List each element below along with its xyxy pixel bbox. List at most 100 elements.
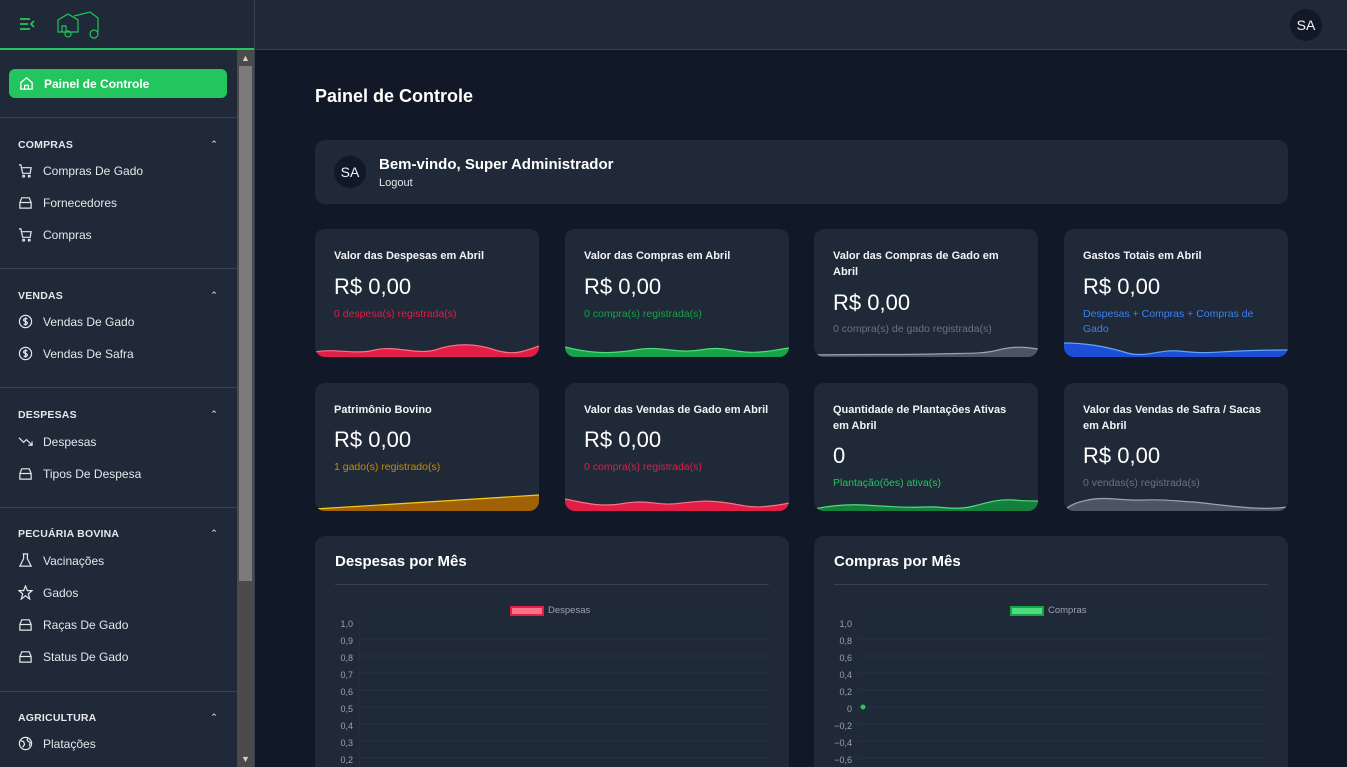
home-icon xyxy=(20,77,33,90)
y-tick-label: 0,6 xyxy=(839,653,852,663)
sidebar-item-gados[interactable]: Gados xyxy=(18,585,78,600)
chevron-up-icon[interactable]: ⌃ xyxy=(210,528,218,540)
chart-grid xyxy=(858,622,1268,767)
sparkline xyxy=(565,346,789,357)
farm-logo-icon[interactable] xyxy=(54,6,106,42)
top-bar: SA xyxy=(255,0,1347,50)
section-pecuaria-bovina[interactable]: PECUÁRIA BOVINA ⌃ xyxy=(18,528,218,540)
chart-legend[interactable]: Despesas xyxy=(510,605,590,616)
sidebar-header xyxy=(0,0,254,50)
y-tick-label: 1,0 xyxy=(340,619,353,629)
sidebar-item-dashboard[interactable]: Painel de Controle xyxy=(9,69,227,98)
chart-title: Despesas por Mês xyxy=(335,553,467,570)
divider xyxy=(0,117,237,118)
scroll-up-arrow-icon[interactable]: ▲ xyxy=(237,50,254,66)
menu-collapse-icon[interactable] xyxy=(18,15,36,33)
card-title: Quantidade de Plantações Ativas em Abril xyxy=(833,404,1007,432)
y-axis-ticks: 1,0 0,9 0,8 0,7 0,6 0,5 0,4 0,3 0,2 xyxy=(335,616,353,767)
logout-link[interactable]: Logout xyxy=(379,177,413,189)
user-avatar[interactable]: SA xyxy=(1290,9,1322,41)
y-tick-label: 0,6 xyxy=(340,687,353,697)
chevron-up-icon[interactable]: ⌃ xyxy=(210,139,218,151)
star-icon xyxy=(18,585,33,600)
sidebar-item-racas-de-gado[interactable]: Raças De Gado xyxy=(18,617,128,632)
y-tick-label: 0,9 xyxy=(340,636,353,646)
flask-icon xyxy=(18,553,33,567)
sidebar-item-vendas-de-gado[interactable]: Vendas De Gado xyxy=(18,314,134,329)
y-tick-label: 0,2 xyxy=(340,755,353,765)
y-axis-ticks: 1,0 0,8 0,6 0,4 0,2 0 −0,2 −0,4 −0,6 xyxy=(834,616,852,767)
trending-down-icon xyxy=(18,437,33,446)
divider xyxy=(0,507,237,508)
sidebar-item-despesas[interactable]: Despesas xyxy=(18,434,96,449)
card-title: Valor das Vendas de Safra / Sacas em Abr… xyxy=(1083,404,1261,432)
divider xyxy=(335,584,769,585)
sidebar-item-compras-de-gado[interactable]: Compras De Gado xyxy=(18,163,143,178)
card-subtitle: 1 gado(s) registrado(s) xyxy=(334,461,441,473)
stat-card-compras: Valor das Compras em Abril R$ 0,00 0 com… xyxy=(565,229,789,357)
card-title: Gastos Totais em Abril xyxy=(1083,250,1202,262)
card-value: R$ 0,00 xyxy=(833,290,911,315)
sidebar-item-compras[interactable]: Compras xyxy=(18,227,92,242)
stat-card-despesas: Valor das Despesas em Abril R$ 0,00 0 de… xyxy=(315,229,539,357)
chevron-up-icon[interactable]: ⌃ xyxy=(210,409,218,421)
sparkline xyxy=(315,494,539,511)
card-value: 0 xyxy=(833,443,846,468)
section-despesas[interactable]: DESPESAS ⌃ xyxy=(18,409,218,421)
sidebar-item-status-de-gado[interactable]: Status De Gado xyxy=(18,649,128,664)
card-title: Valor das Compras de Gado em Abril xyxy=(833,250,999,278)
card-value: R$ 0,00 xyxy=(584,427,662,452)
sidebar-item-platacoes[interactable]: Platações xyxy=(18,736,96,751)
y-tick-label: 0 xyxy=(846,704,852,714)
archive-icon xyxy=(19,651,32,663)
globe-icon xyxy=(18,736,33,751)
card-subtitle: 0 despesa(s) registrada(s) xyxy=(334,308,457,320)
section-vendas[interactable]: VENDAS ⌃ xyxy=(18,290,218,302)
stat-card-compras-gado: Valor das Compras de Gado em Abril R$ 0,… xyxy=(814,229,1038,357)
chevron-up-icon[interactable]: ⌃ xyxy=(210,712,218,724)
sparkline xyxy=(565,498,789,511)
y-tick-label: 1,0 xyxy=(839,619,852,629)
y-tick-label: 0,5 xyxy=(340,704,353,714)
sparkline xyxy=(814,346,1038,357)
archive-icon xyxy=(19,619,32,631)
section-compras[interactable]: COMPRAS ⌃ xyxy=(18,139,218,151)
chevron-up-icon[interactable]: ⌃ xyxy=(210,290,218,302)
welcome-avatar: SA xyxy=(334,156,366,188)
stat-card-vendas-gado: Valor das Vendas de Gado em Abril R$ 0,0… xyxy=(565,383,789,511)
sidebar-nav: Painel de Controle COMPRAS ⌃ Compras De G… xyxy=(0,50,237,767)
card-title: Patrimônio Bovino xyxy=(334,404,432,416)
card-value: R$ 0,00 xyxy=(584,274,662,299)
y-tick-label: −0,2 xyxy=(834,721,852,731)
data-point[interactable] xyxy=(860,704,866,710)
card-subtitle: 0 compra(s) registrada(s) xyxy=(584,461,702,473)
chart-legend[interactable]: Compras xyxy=(1010,605,1087,616)
y-tick-label: 0,4 xyxy=(340,721,353,731)
sidebar-item-fornecedores[interactable]: Fornecedores xyxy=(18,195,117,210)
archive-icon xyxy=(19,197,32,209)
card-value: R$ 0,00 xyxy=(1083,443,1161,468)
scroll-down-arrow-icon[interactable]: ▼ xyxy=(237,751,254,767)
dollar-circle-icon xyxy=(18,346,33,361)
card-value: R$ 0,00 xyxy=(1083,274,1161,299)
sidebar-item-label: Painel de Controle xyxy=(44,76,150,91)
card-title: Valor das Compras em Abril xyxy=(584,250,731,262)
sidebar-scrollbar[interactable]: ▲ ▼ xyxy=(237,50,254,767)
divider xyxy=(834,584,1268,585)
legend-swatch xyxy=(1010,605,1044,616)
card-value: R$ 0,00 xyxy=(334,274,412,299)
y-tick-label: 0,8 xyxy=(340,653,353,663)
divider xyxy=(0,691,237,692)
dollar-circle-icon xyxy=(18,314,33,329)
chart-grid xyxy=(359,622,769,767)
y-tick-label: 0,7 xyxy=(340,670,353,680)
y-tick-label: 0,3 xyxy=(340,738,353,748)
sidebar-item-vendas-de-safra[interactable]: Vendas De Safra xyxy=(18,346,134,361)
section-agricultura[interactable]: AGRICULTURA ⌃ xyxy=(18,712,218,724)
scrollbar-thumb[interactable] xyxy=(239,66,252,581)
welcome-message: Bem-vindo, Super Administrador xyxy=(379,156,614,173)
sidebar-item-vacinacoes[interactable]: Vacinações xyxy=(18,553,104,568)
card-title: Valor das Vendas de Gado em Abril xyxy=(584,404,769,416)
page-title: Painel de Controle xyxy=(315,86,474,106)
sidebar-item-tipos-de-despesa[interactable]: Tipos De Despesa xyxy=(18,466,141,481)
